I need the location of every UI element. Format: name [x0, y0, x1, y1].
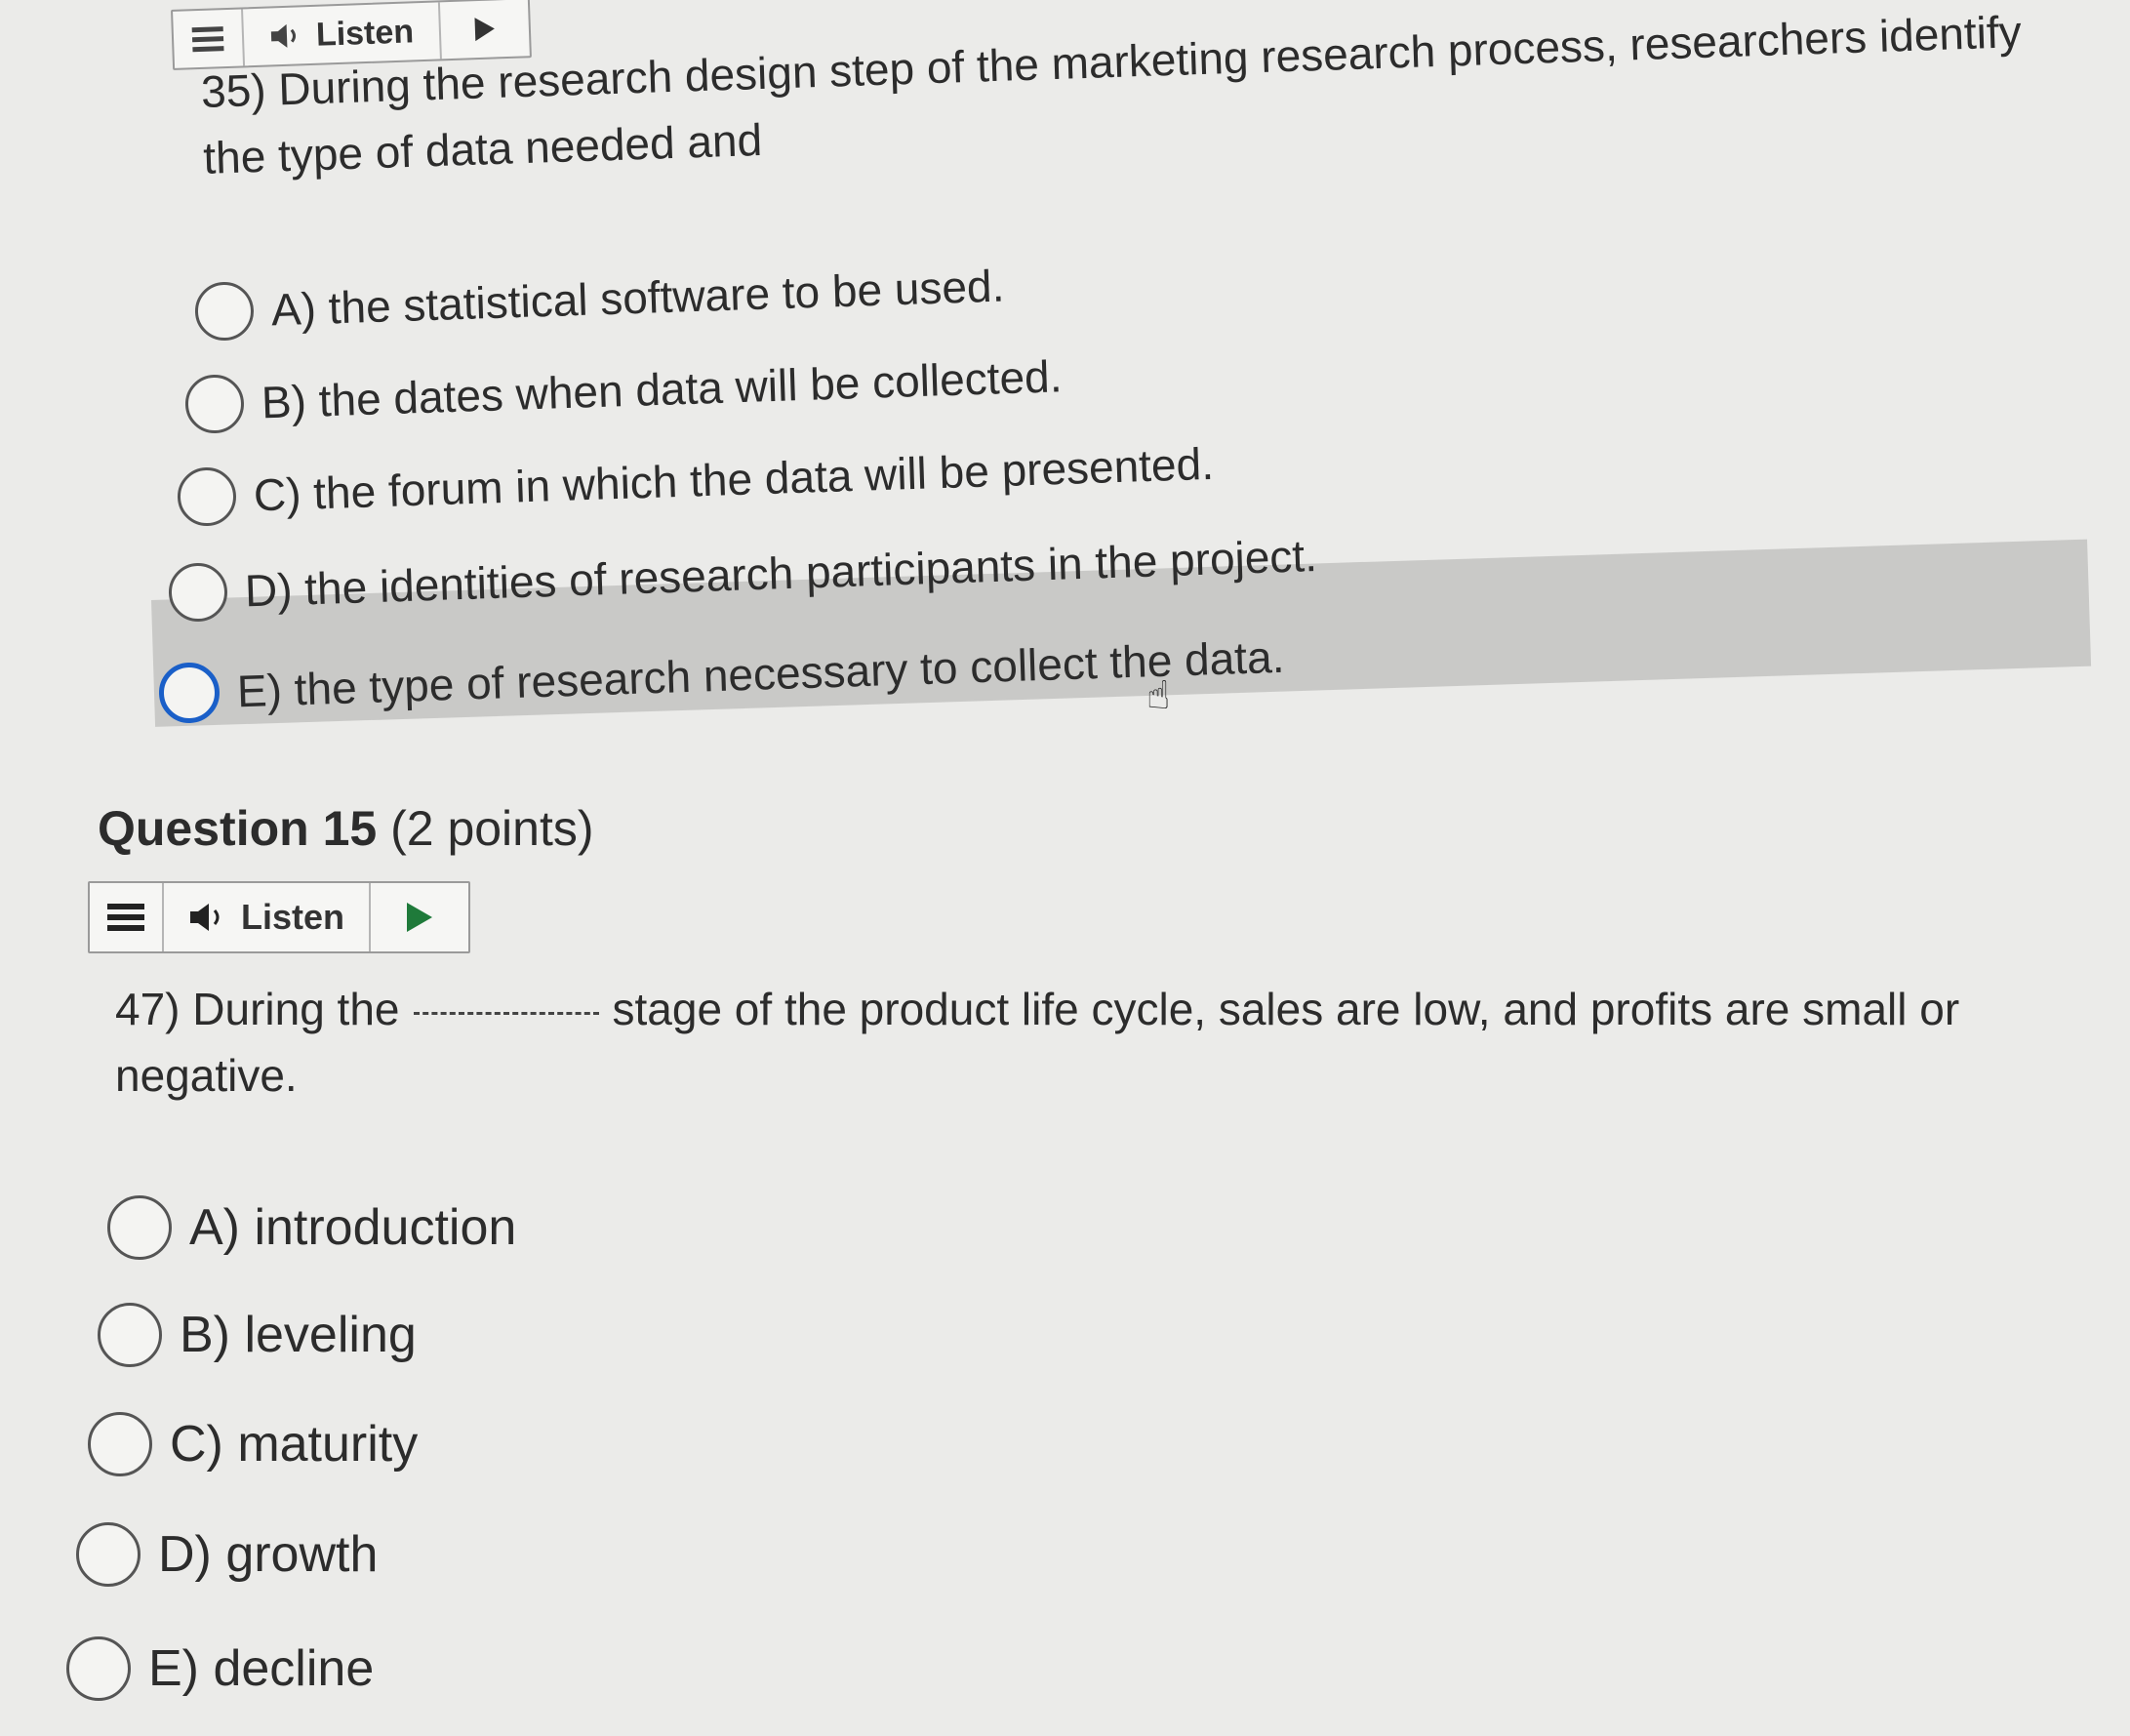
question-text-start: 47) During the — [115, 984, 400, 1034]
option-label: C) the forum in which the data will be p… — [253, 437, 1215, 521]
q35-option-b[interactable]: B) the dates when data will be collected… — [184, 346, 1063, 434]
radio-button[interactable] — [157, 661, 221, 724]
radio-button[interactable] — [107, 1195, 172, 1260]
question-points: (2 points) — [390, 801, 594, 856]
speaker-icon — [188, 901, 227, 934]
radio-button[interactable] — [168, 562, 228, 623]
toolbar-menu-button[interactable] — [90, 883, 164, 951]
q47-option-a[interactable]: A) introduction — [107, 1195, 516, 1260]
radio-button[interactable] — [98, 1303, 162, 1367]
q47-option-e[interactable]: E) decline — [66, 1636, 374, 1701]
option-label: B) the dates when data will be collected… — [261, 350, 1064, 428]
q35-option-c[interactable]: C) the forum in which the data will be p… — [177, 434, 1215, 527]
radio-button[interactable] — [184, 374, 245, 434]
q47-option-c[interactable]: C) maturity — [88, 1412, 418, 1476]
radio-button[interactable] — [76, 1522, 141, 1587]
question-number: Question 15 — [98, 801, 378, 856]
listen-label: Listen — [240, 897, 344, 937]
option-label: E) decline — [148, 1640, 375, 1697]
play-button[interactable] — [371, 883, 468, 951]
listen-label: Listen — [315, 12, 415, 54]
listen-button[interactable]: Listen — [164, 883, 371, 951]
menu-icon — [191, 25, 224, 52]
radio-button[interactable] — [66, 1636, 131, 1701]
question-47-text: 47) During the stage of the product life … — [115, 976, 2106, 1109]
option-label: C) maturity — [170, 1416, 419, 1473]
fill-in-blank — [413, 1012, 599, 1015]
hand-cursor-icon: ☝ — [1146, 674, 1171, 717]
question-15-heading: Question 15 (2 points) — [98, 800, 594, 857]
option-label: B) leveling — [180, 1307, 417, 1363]
option-label: A) the statistical software to be used. — [270, 260, 1006, 336]
option-label: D) growth — [158, 1526, 379, 1583]
radio-button[interactable] — [177, 466, 237, 527]
listen-toolbar-q47: Listen — [88, 881, 470, 953]
speaker-icon — [268, 20, 302, 51]
q35-option-a[interactable]: A) the statistical software to be used. — [194, 257, 1005, 342]
q47-option-b[interactable]: B) leveling — [98, 1303, 417, 1367]
play-icon — [407, 903, 432, 932]
quiz-page: Listen 35) During the research design st… — [0, 0, 2130, 1736]
radio-button[interactable] — [194, 281, 255, 342]
q47-option-d[interactable]: D) growth — [76, 1522, 378, 1587]
menu-icon — [107, 904, 144, 931]
option-label: A) introduction — [189, 1199, 517, 1256]
radio-button[interactable] — [88, 1412, 152, 1476]
play-icon — [474, 17, 496, 42]
